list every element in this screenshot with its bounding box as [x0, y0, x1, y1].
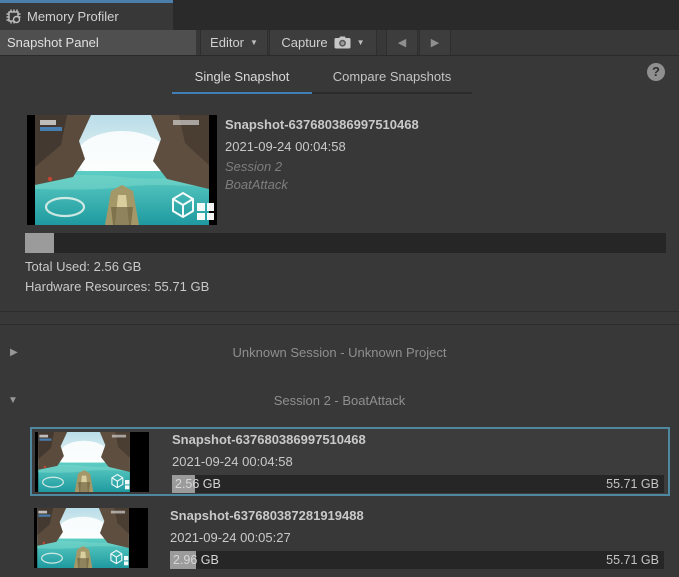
hardware-resources-label: Hardware Resources: 55.71 GB	[25, 279, 209, 294]
splitter-line[interactable]	[0, 324, 679, 325]
foldout-collapsed-icon[interactable]: ▶	[10, 338, 18, 368]
forward-arrow-icon: ▶	[431, 36, 439, 49]
snapshot-name: Snapshot-637680386997510468	[172, 432, 366, 447]
snapshot-date: 2021-09-24 00:04:58	[172, 454, 293, 469]
editor-dropdown[interactable]: Editor ▼	[200, 30, 268, 55]
window-tab-memory-profiler[interactable]: Memory Profiler	[0, 0, 173, 30]
inactive-tab-underline	[312, 92, 472, 94]
back-arrow-icon: ◀	[398, 36, 406, 49]
memory-usage-bar: 2.96 GB 55.71 GB	[170, 551, 664, 569]
camera-icon	[334, 36, 351, 49]
snapshot-project: BoatAttack	[225, 177, 288, 192]
total-used-label: Total Used: 2.56 GB	[25, 259, 141, 274]
total-memory-label: 55.71 GB	[606, 475, 659, 493]
memory-usage-fill	[25, 233, 54, 253]
memory-profiler-window: Memory Profiler Snapshot Panel Editor ▼ …	[0, 0, 679, 577]
toolbar: Snapshot Panel Editor ▼ Capture ▼ ◀ ▶	[0, 30, 679, 56]
window-tab-bar: Memory Profiler	[0, 0, 679, 30]
window-tab-title: Memory Profiler	[27, 9, 119, 24]
splitter-line[interactable]	[0, 311, 679, 312]
memory-profiler-chip-icon	[6, 9, 21, 24]
memory-usage-bar	[25, 233, 666, 253]
session-group-boatattack[interactable]: ▼ Session 2 - BoatAttack	[0, 386, 679, 416]
snapshot-row-selected[interactable]: Snapshot-637680386997510468 2021-09-24 0…	[30, 427, 670, 496]
foldout-expanded-icon[interactable]: ▼	[8, 386, 18, 416]
snapshot-thumbnail	[35, 432, 149, 492]
capture-button[interactable]: Capture ▼	[269, 30, 377, 55]
session-group-label: Unknown Session - Unknown Project	[233, 345, 447, 360]
snapshot-session: Session 2	[225, 159, 282, 174]
snapshot-name: Snapshot-637680386997510468	[225, 117, 419, 132]
snapshot-tabs-row: Single Snapshot Compare Snapshots ?	[0, 56, 679, 97]
tab-single-snapshot[interactable]: Single Snapshot	[172, 64, 312, 90]
forward-button[interactable]: ▶	[419, 30, 451, 55]
snapshot-date: 2021-09-24 00:04:58	[225, 139, 346, 154]
snapshot-thumbnail	[34, 508, 148, 568]
snapshot-panel-label[interactable]: Snapshot Panel	[0, 30, 196, 55]
total-memory-label: 55.71 GB	[606, 551, 659, 569]
memory-usage-bar: 2.56 GB 55.71 GB	[172, 475, 664, 493]
snapshot-name: Snapshot-637680387281919488	[170, 508, 364, 523]
snapshot-date: 2021-09-24 00:05:27	[170, 530, 291, 545]
used-memory-label: 2.96 GB	[173, 551, 219, 569]
used-memory-label: 2.56 GB	[175, 475, 221, 493]
help-icon[interactable]: ?	[647, 63, 665, 81]
snapshot-preview-image	[27, 115, 217, 225]
tab-compare-snapshots[interactable]: Compare Snapshots	[312, 64, 472, 90]
chevron-down-icon: ▼	[250, 39, 258, 47]
session-group-label: Session 2 - BoatAttack	[274, 393, 406, 408]
back-button[interactable]: ◀	[386, 30, 418, 55]
chevron-down-icon: ▼	[357, 39, 365, 47]
active-tab-underline	[172, 92, 312, 94]
snapshot-row[interactable]: Snapshot-637680387281919488 2021-09-24 0…	[32, 504, 669, 572]
session-group-unknown[interactable]: ▶ Unknown Session - Unknown Project	[0, 338, 679, 368]
